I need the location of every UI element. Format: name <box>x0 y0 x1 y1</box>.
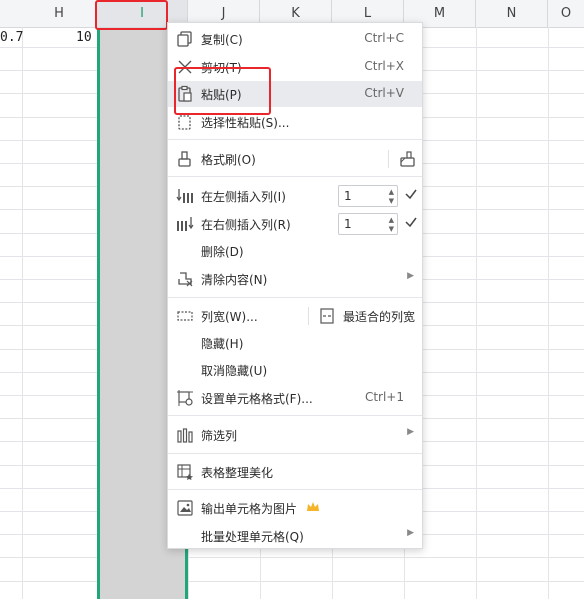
format-cells-icon <box>177 390 193 406</box>
grid-column-line <box>476 27 477 599</box>
confirm-check-icon[interactable] <box>404 187 418 201</box>
menu-item-copy[interactable]: 复制(C) Ctrl+C <box>168 26 422 52</box>
eraser-icon <box>178 272 193 287</box>
format-painter-icon <box>178 151 191 167</box>
stepper-up-icon[interactable]: ▲ <box>389 216 394 224</box>
autofit-width-icon[interactable] <box>318 307 336 325</box>
menu-separator <box>168 453 422 454</box>
menu-item-filter-column[interactable]: 筛选列 ▶ <box>168 422 422 448</box>
grid-row-line <box>0 557 584 558</box>
column-header-n[interactable]: N <box>476 0 548 27</box>
column-header-o[interactable]: O <box>548 0 584 27</box>
insert-column-right-icon <box>177 217 194 231</box>
shortcut-copy: Ctrl+C <box>364 31 404 45</box>
copy-icon <box>177 31 192 47</box>
grid-column-line <box>22 27 23 599</box>
menu-item-format-cells[interactable]: 设置单元格格式(F)... Ctrl+1 <box>168 385 422 411</box>
menu-item-batch-process[interactable]: 批量处理单元格(Q) ▶ <box>168 523 422 549</box>
premium-crown-icon <box>307 502 319 511</box>
menu-item-column-width[interactable]: 列宽(W)... 最适合的列宽 <box>168 303 422 329</box>
menu-label-hide: 隐藏(H) <box>201 337 244 351</box>
insert-right-count-stepper[interactable]: ▲ ▼ <box>338 213 398 235</box>
menu-label-insert-right: 在右侧插入列(R) <box>201 218 291 232</box>
highlight-box-column-header <box>95 0 168 30</box>
menu-label-format-cells: 设置单元格格式(F)... <box>201 392 313 406</box>
menu-label-paste-special: 选择性粘贴(S)... <box>201 116 290 130</box>
insert-column-left-icon <box>176 189 193 203</box>
menu-label-export-image: 输出单元格为图片 <box>201 502 298 516</box>
menu-item-insert-left[interactable]: 在左侧插入列(I) ▲ ▼ <box>168 183 422 209</box>
menu-label-beautify-table: 表格整理美化 <box>201 466 274 480</box>
stepper-up-icon[interactable]: ▲ <box>389 188 394 196</box>
menu-label-clear-contents: 清除内容(N) <box>201 273 268 287</box>
menu-item-beautify-table[interactable]: 表格整理美化 <box>168 459 422 485</box>
menu-separator <box>168 297 422 298</box>
menu-label-batch-process: 批量处理单元格(Q) <box>201 530 304 544</box>
grid-row-line <box>0 581 584 582</box>
paste-special-icon <box>178 115 191 130</box>
shortcut-cut: Ctrl+X <box>364 59 404 73</box>
menu-item-delete[interactable]: 删除(D) <box>168 238 422 264</box>
menu-label-column-width: 列宽(W)... <box>201 310 258 324</box>
menu-label-filter-column: 筛选列 <box>201 429 238 443</box>
insert-right-count-input[interactable] <box>339 214 388 234</box>
submenu-arrow-icon: ▶ <box>407 427 414 437</box>
menu-label-insert-left: 在左侧插入列(I) <box>201 190 286 204</box>
confirm-check-icon[interactable] <box>404 215 418 229</box>
cell-g1-value[interactable]: 0.7 <box>0 30 23 45</box>
highlight-box-paste <box>174 67 271 115</box>
insert-left-count-stepper[interactable]: ▲ ▼ <box>338 185 398 207</box>
submenu-arrow-icon: ▶ <box>407 271 414 281</box>
column-header-h[interactable]: H <box>22 0 97 27</box>
stepper-down-icon[interactable]: ▼ <box>389 225 394 233</box>
menu-item-format-painter[interactable]: 格式刷(O) <box>168 146 422 172</box>
table-beautify-icon <box>177 464 193 480</box>
paint-brush-icon[interactable] <box>398 150 416 168</box>
filter-column-icon <box>177 428 193 443</box>
menu-separator <box>168 415 422 416</box>
menu-item-insert-right[interactable]: 在右侧插入列(R) ▲ ▼ <box>168 211 422 237</box>
cell-h1-value[interactable]: 10 <box>76 30 92 45</box>
menu-vertical-divider <box>388 150 389 168</box>
shortcut-format-cells: Ctrl+1 <box>364 390 404 404</box>
menu-vertical-divider <box>308 307 309 325</box>
menu-item-clear-contents[interactable]: 清除内容(N) ▶ <box>168 266 422 292</box>
menu-item-export-image[interactable]: 输出单元格为图片 <box>168 495 422 521</box>
submenu-arrow-icon: ▶ <box>407 528 414 538</box>
menu-label-autofit-width[interactable]: 最适合的列宽 <box>343 308 415 325</box>
menu-item-unhide[interactable]: 取消隐藏(U) <box>168 357 422 383</box>
column-width-icon <box>177 311 193 321</box>
menu-item-hide[interactable]: 隐藏(H) <box>168 330 422 356</box>
menu-label-unhide: 取消隐藏(U) <box>201 364 268 378</box>
menu-label-format-painter: 格式刷(O) <box>201 153 256 167</box>
menu-separator <box>168 489 422 490</box>
stepper-down-icon[interactable]: ▼ <box>389 197 394 205</box>
shortcut-paste: Ctrl+V <box>364 86 404 100</box>
grid-column-line <box>548 27 549 599</box>
insert-left-count-input[interactable] <box>339 186 388 206</box>
menu-separator <box>168 176 422 177</box>
menu-separator <box>168 139 422 140</box>
menu-label-copy: 复制(C) <box>201 33 243 47</box>
image-export-icon <box>177 500 193 516</box>
menu-label-delete: 删除(D) <box>201 245 244 259</box>
